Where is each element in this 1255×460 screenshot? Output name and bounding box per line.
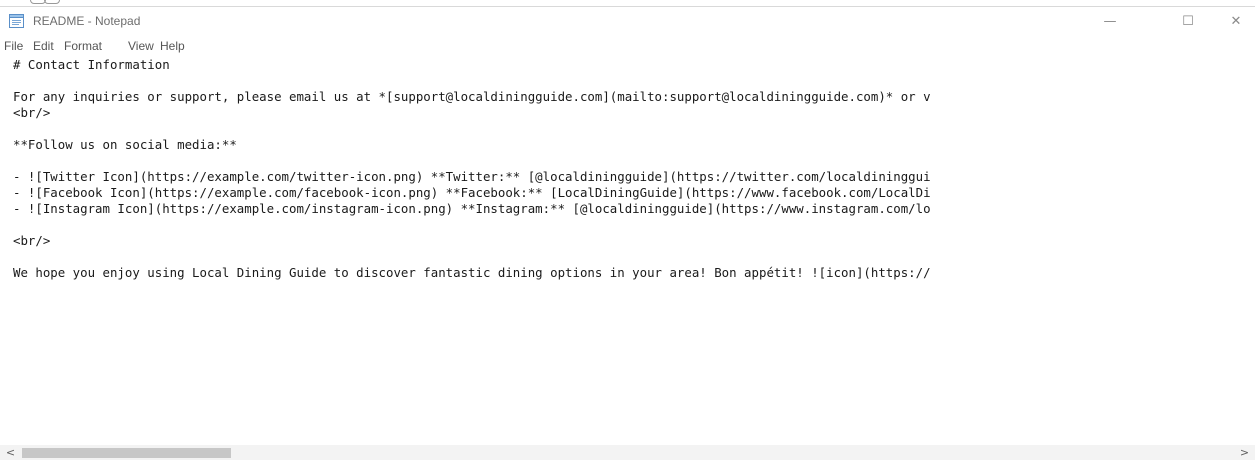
text-line: <br/> [13,233,51,248]
text-line: - ![Twitter Icon](https://example.com/tw… [13,169,931,184]
minimize-icon[interactable]: — [1087,7,1133,37]
text-line: We hope you enjoy using Local Dining Gui… [13,265,931,280]
menu-file[interactable]: File [4,39,23,53]
background-window-edge [0,0,1255,7]
scroll-left-icon[interactable]: < [3,445,18,460]
text-line: - ![Instagram Icon](https://example.com/… [13,201,931,216]
menu-help[interactable]: Help [160,39,185,53]
text-line: **Follow us on social media:** [13,137,237,152]
text-line: # Contact Information [13,57,170,72]
window-title: README - Notepad [33,14,141,28]
text-line: <br/> [13,105,51,120]
scroll-right-icon[interactable]: > [1237,445,1252,460]
notepad-window: README - Notepad — ☐ ✕ File Edit Format … [0,0,1255,460]
menu-format[interactable]: Format [64,39,102,53]
notepad-icon [9,14,24,28]
horizontal-scrollbar[interactable]: < > [0,445,1255,460]
menu-bar: File Edit Format View Help [0,37,1255,55]
title-bar[interactable]: README - Notepad — ☐ ✕ [0,7,1255,37]
background-shape [44,0,60,4]
menu-edit[interactable]: Edit [33,39,54,53]
text-line: For any inquiries or support, please ema… [13,89,931,104]
maximize-icon[interactable]: ☐ [1165,7,1211,37]
text-line: - ![Facebook Icon](https://example.com/f… [13,185,931,200]
text-editor[interactable]: # Contact Information For any inquiries … [0,55,1255,445]
close-icon[interactable]: ✕ [1213,7,1255,37]
menu-view[interactable]: View [128,39,154,53]
scroll-thumb[interactable] [22,448,231,458]
